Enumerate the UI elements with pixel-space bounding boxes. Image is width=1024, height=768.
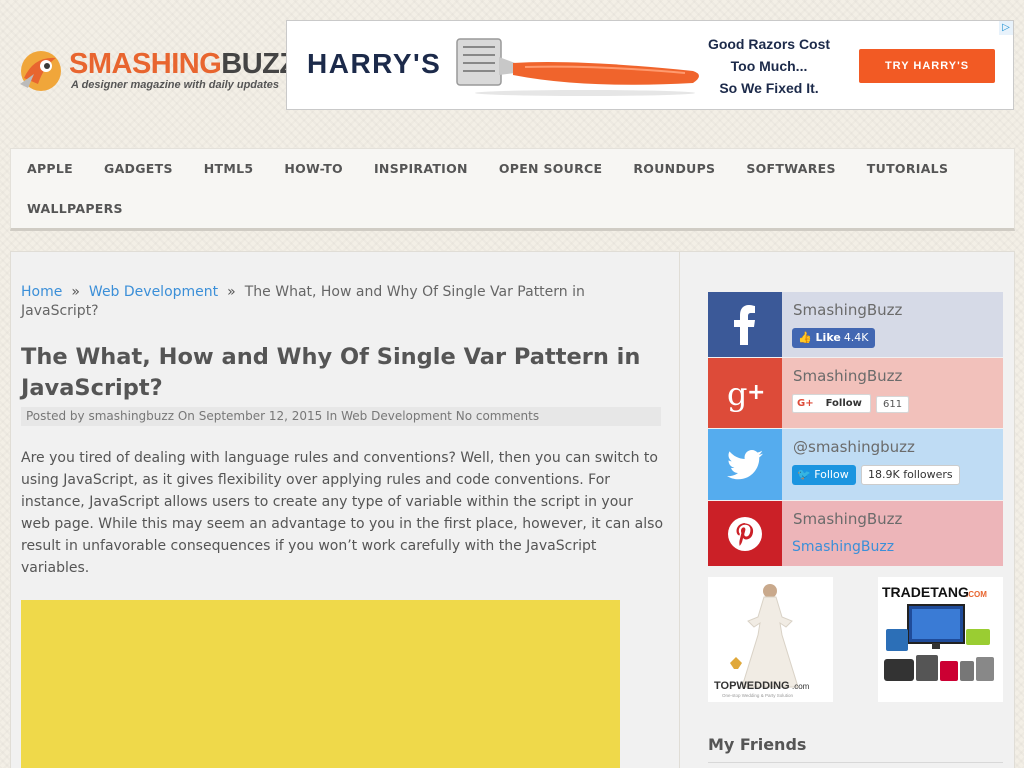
razor-image — [456, 38, 699, 96]
post-content: Home » Web Development » The What, How and W… — [10, 251, 680, 768]
nav-item-tutorials[interactable]: TUTORIALS — [851, 149, 963, 189]
site-logo[interactable]: SMASHINGBUZZ A designer magazine with da… — [14, 44, 297, 98]
svg-text:+: + — [747, 380, 765, 405]
topwedding-tag: One-stop Wedding & Party Solution — [722, 693, 793, 698]
thumbs-up-icon: 👍 — [798, 331, 812, 344]
ad-brand: HARRY'S — [307, 48, 442, 79]
logo-mark-icon — [20, 51, 61, 91]
tradetang-ad[interactable]: TRADETANG .COM — [878, 577, 1003, 702]
my-friends-heading: My Friends — [708, 735, 807, 754]
pinterest-profile-link[interactable]: SmashingBuzz — [792, 539, 894, 555]
googleplus-widget: g + SmashingBuzz G+ Follow 611 — [708, 358, 1003, 428]
post-intro: Are you tired of dealing with language r… — [21, 450, 664, 576]
meta-posted-by-label: Posted by — [26, 409, 85, 423]
facebook-like-button[interactable]: 👍 Like 4.4K — [792, 328, 875, 348]
electronics-image: TRADETANG .COM — [878, 577, 1003, 702]
pinterest-page-name[interactable]: SmashingBuzz — [793, 510, 902, 528]
svg-text:g: g — [727, 375, 747, 413]
site-tagline: A designer magazine with daily updates — [71, 79, 280, 91]
twitter-handle[interactable]: @smashingbuzz — [793, 438, 915, 456]
twitter-icon[interactable] — [708, 429, 782, 500]
sidebar: SmashingBuzz 👍 Like 4.4K g + SmashingBuzz… — [680, 251, 1015, 768]
google-plus-icon[interactable]: g + — [708, 358, 782, 428]
breadcrumb-category-link[interactable]: Web Development — [89, 284, 218, 300]
facebook-page-name[interactable]: SmashingBuzz — [793, 301, 902, 319]
googleplus-page-name[interactable]: SmashingBuzz — [793, 367, 902, 385]
nav-item-wallpapers[interactable]: WALLPAPERS — [11, 189, 138, 229]
try-harrys-button[interactable]: TRY HARRY'S — [859, 49, 995, 83]
nav-item-apple[interactable]: APPLE — [11, 149, 88, 189]
googleplus-follower-count: 611 — [876, 396, 910, 413]
nav-item-gadgets[interactable]: GADGETS — [88, 149, 188, 189]
meta-category[interactable]: Web Development — [341, 409, 452, 423]
nav-item-open-source[interactable]: OPEN SOURCE — [483, 149, 618, 189]
pinterest-widget: SmashingBuzz SmashingBuzz — [708, 501, 1003, 566]
breadcrumb-home-link[interactable]: Home — [21, 284, 62, 300]
meta-comments[interactable]: No comments — [456, 409, 539, 423]
main-nav: APPLE GADGETS HTML5 HOW-TO INSPIRATION O… — [10, 148, 1015, 231]
breadcrumb-separator: » — [71, 284, 80, 300]
nav-item-inspiration[interactable]: INSPIRATION — [358, 149, 483, 189]
tradetang-brand-suffix: .COM — [966, 590, 987, 599]
facebook-icon[interactable] — [708, 292, 782, 357]
nav-item-how-to[interactable]: HOW-TO — [268, 149, 358, 189]
google-plus-small-icon: G+ — [797, 398, 814, 409]
ad-banner[interactable]: HARRY'S Good Razors Cost Too Much... So … — [286, 20, 1014, 110]
ad-copy: Good Razors Cost Too Much... So We Fixed… — [707, 36, 831, 96]
post-featured-image — [21, 600, 620, 768]
sidebar-divider — [708, 762, 1003, 763]
twitter-bird-small-icon: 🐦 — [797, 468, 811, 481]
twitter-widget: @smashingbuzz 🐦 Follow 18.9K followers — [708, 429, 1003, 500]
meta-author[interactable]: smashingbuzz — [88, 409, 174, 423]
breadcrumb-separator: » — [227, 284, 236, 300]
meta-date: September 12, 2015 — [198, 409, 323, 423]
nav-item-softwares[interactable]: SOFTWARES — [730, 149, 850, 189]
facebook-widget: SmashingBuzz 👍 Like 4.4K — [708, 292, 1003, 357]
logo-name: SMASHINGBUZZ — [69, 48, 297, 80]
nav-list: APPLE GADGETS HTML5 HOW-TO INSPIRATION O… — [11, 149, 1014, 229]
pinterest-icon[interactable] — [708, 501, 782, 566]
topwedding-brand-suffix: .com — [792, 682, 810, 691]
nav-item-roundups[interactable]: ROUNDUPS — [617, 149, 730, 189]
facebook-like-count: 4.4K — [843, 331, 869, 344]
topwedding-ad[interactable]: TOPWEDDING .com One-stop Wedding & Party… — [708, 577, 833, 702]
wedding-dress-image: TOPWEDDING .com One-stop Wedding & Party… — [708, 577, 833, 702]
tradetang-brand: TRADETANG — [882, 584, 969, 600]
post-meta: Posted by smashingbuzz On September 12, … — [21, 407, 661, 426]
twitter-follower-count: 18.9K followers — [861, 465, 960, 485]
googleplus-follow-button[interactable]: G+ Follow — [792, 394, 871, 413]
meta-on-label: On — [177, 409, 195, 423]
nav-item-html5[interactable]: HTML5 — [188, 149, 269, 189]
twitter-follow-button[interactable]: 🐦 Follow — [792, 465, 856, 485]
topwedding-brand: TOPWEDDING — [714, 680, 790, 692]
breadcrumb: Home» Web Development» The What, How and W… — [21, 283, 661, 321]
post-title: The What, How and Why Of Single Var Patt… — [21, 344, 641, 401]
adchoices-icon[interactable]: ▷ — [999, 21, 1013, 35]
meta-in-label: In — [326, 409, 338, 423]
